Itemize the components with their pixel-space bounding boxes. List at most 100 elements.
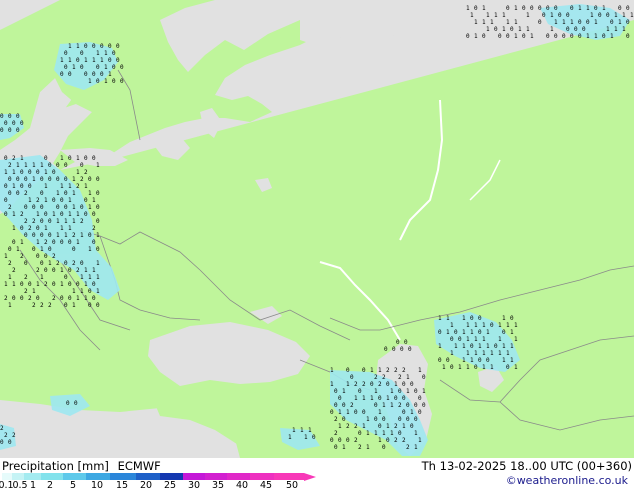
precip-digit: 1 bbox=[514, 336, 518, 343]
precip-digit: 0 bbox=[378, 423, 382, 430]
precip-digit: 0 bbox=[582, 26, 586, 33]
legend-swatch bbox=[135, 473, 160, 480]
precip-digit: 1 bbox=[466, 336, 470, 343]
precip-digit: 1 bbox=[578, 5, 582, 12]
precip-digit: 0 bbox=[64, 190, 68, 197]
precip-digit: 0 bbox=[358, 430, 362, 437]
precip-digit: 0 bbox=[100, 43, 104, 50]
precip-digit: 0 bbox=[382, 416, 386, 423]
precip-digit: 0 bbox=[422, 374, 426, 381]
legend-arrow bbox=[304, 473, 316, 481]
precip-digit: 1 bbox=[462, 357, 466, 364]
precip-digit: 1 bbox=[550, 26, 554, 33]
precip-digit: 1 bbox=[506, 19, 510, 26]
precip-digit: 1 bbox=[338, 423, 342, 430]
precip-digit: 0 bbox=[24, 176, 28, 183]
precip-digit: 0 bbox=[84, 211, 88, 218]
precip-digit: 2 bbox=[36, 267, 40, 274]
precip-digit: 0 bbox=[374, 416, 378, 423]
precip-digit: 0 bbox=[522, 5, 526, 12]
precip-digit: 0 bbox=[52, 197, 56, 204]
precip-digit: 1 bbox=[292, 427, 296, 434]
precip-digit: 1 bbox=[478, 343, 482, 350]
precip-digit: 1 bbox=[594, 33, 598, 40]
precip-digit: 2 bbox=[52, 295, 56, 302]
precip-digit: 1 bbox=[76, 295, 80, 302]
precip-digit: 0 bbox=[48, 246, 52, 253]
precip-digit: 1 bbox=[40, 246, 44, 253]
precip-digit: 1 bbox=[40, 274, 44, 281]
precip-digit: 1 bbox=[342, 388, 346, 395]
precip-digit: 1 bbox=[594, 19, 598, 26]
precip-digit: 0 bbox=[108, 43, 112, 50]
precip-digit: 0 bbox=[400, 346, 404, 353]
legend-swatch bbox=[24, 473, 41, 480]
precip-digit: 0 bbox=[84, 43, 88, 50]
precip-digit: 2 bbox=[362, 381, 366, 388]
precip-digit: 0 bbox=[92, 211, 96, 218]
precip-digit: 0 bbox=[406, 416, 410, 423]
precip-digit: 0 bbox=[542, 12, 546, 19]
precip-digit: 1 bbox=[60, 155, 64, 162]
precip-digit: 0 bbox=[96, 64, 100, 71]
precip-digit: 0 bbox=[8, 176, 12, 183]
precip-digit: 1 bbox=[446, 315, 450, 322]
precip-digit: 1 bbox=[354, 395, 358, 402]
precip-digit: 0 bbox=[486, 357, 490, 364]
precip-digit: 2 bbox=[32, 302, 36, 309]
precip-digit: 1 bbox=[362, 395, 366, 402]
precip-digit: 0 bbox=[538, 19, 542, 26]
precip-digit: 0 bbox=[24, 260, 28, 267]
precip-digit: 0 bbox=[470, 343, 474, 350]
precip-digit: 1 bbox=[72, 204, 76, 211]
precip-digit: 0 bbox=[482, 33, 486, 40]
precip-digit: 2 bbox=[354, 381, 358, 388]
precip-digit: 1 bbox=[308, 427, 312, 434]
precip-digit: 0 bbox=[120, 64, 124, 71]
precip-digit: 1 bbox=[52, 211, 56, 218]
precip-digit: 0 bbox=[530, 5, 534, 12]
precip-digit: 1 bbox=[40, 162, 44, 169]
precip-digit: 0 bbox=[64, 162, 68, 169]
precip-digit: 1 bbox=[486, 26, 490, 33]
precip-digit: 0 bbox=[116, 57, 120, 64]
precip-digit: 1 bbox=[394, 381, 398, 388]
precip-digit: 1 bbox=[80, 274, 84, 281]
precip-digit: 0 bbox=[100, 71, 104, 78]
precip-digit: 0 bbox=[338, 395, 342, 402]
precip-digit: 1 bbox=[72, 190, 76, 197]
precip-digit: 0 bbox=[20, 183, 24, 190]
precip-digit: 0 bbox=[16, 190, 20, 197]
precip-digit: 1 bbox=[88, 190, 92, 197]
precip-digit: 0 bbox=[474, 364, 478, 371]
precip-digit: 1 bbox=[44, 225, 48, 232]
precip-digit: 1 bbox=[554, 19, 558, 26]
precip-digit: 1 bbox=[84, 295, 88, 302]
precip-digit: 1 bbox=[530, 33, 534, 40]
precip-digit: 0 bbox=[84, 71, 88, 78]
precip-digit: 0 bbox=[112, 50, 116, 57]
precip-digit: 1 bbox=[92, 57, 96, 64]
precip-digit: 0 bbox=[470, 315, 474, 322]
precip-digit: 1 bbox=[100, 57, 104, 64]
precip-digit: 0 bbox=[330, 409, 334, 416]
precip-digit: 0 bbox=[402, 381, 406, 388]
precip-digit: 0 bbox=[546, 5, 550, 12]
precip-digit: 0 bbox=[20, 225, 24, 232]
precip-digit: 0 bbox=[16, 113, 20, 120]
precip-digit: 1 bbox=[60, 267, 64, 274]
precip-digit: 0 bbox=[0, 439, 4, 446]
precip-digit: 0 bbox=[68, 281, 72, 288]
precip-digit: 1 bbox=[366, 430, 370, 437]
precip-digit: 0 bbox=[506, 33, 510, 40]
precip-digit: 0 bbox=[558, 12, 562, 19]
precip-digit: 2 bbox=[8, 204, 12, 211]
precip-digit: 2 bbox=[92, 225, 96, 232]
precip-digit: 2 bbox=[8, 162, 12, 169]
precip-digit: 0 bbox=[422, 402, 426, 409]
precip-digit: 1 bbox=[474, 33, 478, 40]
precip-digit: 1 bbox=[60, 183, 64, 190]
precip-digit: 0 bbox=[28, 183, 32, 190]
precip-digit: 0 bbox=[76, 281, 80, 288]
precip-digit: 0 bbox=[370, 381, 374, 388]
